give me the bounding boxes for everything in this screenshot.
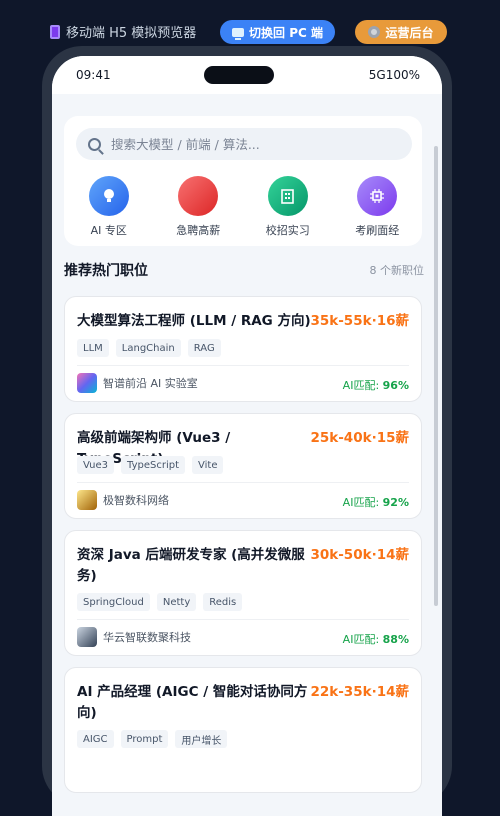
match-label: AI匹配: — [342, 633, 383, 646]
phone-icon — [50, 24, 60, 39]
company: 华云智联数聚科技 — [77, 627, 191, 647]
job-title: 资深 Java 后端研发专家 (高并发微服务) — [77, 547, 305, 584]
job-card[interactable]: 资深 Java 后端研发专家 (高并发微服务) 30k-50k·14薪 Spri… — [64, 530, 422, 656]
quick-entry-interview[interactable]: 考刷面经 — [333, 176, 423, 240]
ai-match: AI匹配: 92% — [343, 494, 409, 510]
flame-icon — [178, 176, 219, 216]
job-tag: Netty — [156, 593, 197, 611]
job-tags: SpringCloud Netty Redis — [77, 593, 243, 611]
status-time: 09:41 — [76, 68, 111, 82]
status-right: 5G100% — [369, 68, 420, 82]
dynamic-island — [204, 66, 274, 84]
main-content: AI 专区 急聘高薪 校招实习 — [52, 94, 442, 814]
job-title: 大模型算法工程师 (LLM / RAG 方向) — [77, 313, 311, 329]
switch-pc-button[interactable]: 切换回 PC 端 — [220, 20, 335, 44]
search-input[interactable] — [109, 135, 389, 153]
company-name: 华云智联数聚科技 — [103, 631, 191, 644]
job-tags: LLM LangChain RAG — [77, 339, 221, 357]
match-value: 96% — [382, 379, 409, 392]
job-tag: Redis — [203, 593, 243, 611]
quick-entry-label: AI 专区 — [90, 224, 127, 237]
scrollbar[interactable] — [434, 146, 438, 606]
quick-entry-campus[interactable]: 校招实习 — [243, 176, 333, 240]
job-tags: AIGC Prompt 用户增长 — [77, 730, 228, 748]
search-card: AI 专区 急聘高薪 校招实习 — [64, 116, 422, 246]
company-logo — [77, 373, 97, 393]
search-icon — [88, 137, 101, 151]
job-tag: RAG — [187, 339, 221, 357]
job-tag: AIGC — [77, 730, 114, 748]
job-tag: LangChain — [115, 339, 181, 357]
job-card[interactable]: 大模型算法工程师 (LLM / RAG 方向) 35k-55k·16薪 LLM … — [64, 296, 422, 402]
company-name: 智谱前沿 AI 实验室 — [103, 377, 198, 390]
ai-match: AI匹配: 88% — [343, 631, 409, 647]
search-bar[interactable] — [76, 128, 412, 160]
job-tag: 用户增长 — [175, 730, 228, 748]
job-tag: TypeScript — [121, 456, 185, 474]
divider — [77, 365, 409, 366]
preview-title: 移动端 H5 模拟预览器 — [50, 22, 196, 41]
phone-frame: 09:41 5G100% AI 专区 — [42, 46, 452, 816]
job-salary: 25k-40k·15薪 — [310, 430, 409, 446]
job-salary: 35k-55k·16薪 — [310, 313, 409, 329]
lightbulb-icon — [88, 176, 129, 216]
job-tag: SpringCloud — [77, 593, 150, 611]
status-bar: 09:41 5G100% — [52, 56, 442, 94]
ai-match: AI匹配: 96% — [343, 377, 409, 393]
match-label: AI匹配: — [342, 496, 383, 509]
job-tags: Vue3 TypeScript Vite — [77, 456, 224, 474]
quick-entry-label: 考刷面经 — [355, 224, 400, 237]
switch-pc-label: 切换回 PC 端 — [249, 25, 323, 40]
quick-entry-label: 校招实习 — [265, 224, 310, 237]
job-card[interactable]: AI 产品经理 (AIGC / 智能对话协同方向) 22k-35k·14薪 AI… — [64, 667, 422, 793]
job-card[interactable]: 高级前端架构师 (Vue3 / TypeScript) 25k-40k·15薪 … — [64, 413, 422, 519]
company: 极智数科网络 — [77, 490, 169, 510]
divider — [77, 482, 409, 483]
quick-entry-label: 急聘高薪 — [176, 224, 221, 237]
monitor-icon — [232, 27, 245, 40]
job-tag: LLM — [77, 339, 109, 357]
gear-icon — [368, 26, 381, 38]
job-tag: Vue3 — [77, 456, 115, 474]
section-title: 推荐热门职位 — [64, 263, 148, 279]
building-icon — [267, 176, 308, 216]
quick-entry-urgent[interactable]: 急聘高薪 — [154, 176, 244, 240]
battery-indicator: 100% — [385, 68, 420, 82]
quick-entries: AI 专区 急聘高薪 校招实习 考刷面经 — [64, 176, 422, 240]
job-tag: Vite — [192, 456, 224, 474]
match-value: 92% — [382, 496, 409, 509]
network-indicator: 5G — [368, 68, 386, 82]
admin-label: 运营后台 — [385, 25, 434, 40]
divider — [77, 619, 409, 620]
job-tag: Prompt — [120, 730, 169, 748]
company-logo — [77, 490, 97, 510]
company-logo — [77, 627, 97, 647]
admin-button[interactable]: 运营后台 — [355, 20, 447, 44]
section-count: 8 个新职位 — [369, 264, 425, 277]
section-header: 推荐热门职位 8 个新职位 — [64, 260, 424, 280]
preview-title-text: 移动端 H5 模拟预览器 — [66, 26, 197, 41]
match-value: 88% — [382, 633, 409, 646]
job-title: AI 产品经理 (AIGC / 智能对话协同方向) — [77, 684, 308, 721]
job-salary: 22k-35k·14薪 — [310, 684, 409, 700]
job-salary: 30k-50k·14薪 — [310, 547, 409, 563]
phone-screen: 09:41 5G100% AI 专区 — [52, 56, 442, 816]
quick-entry-ai[interactable]: AI 专区 — [64, 176, 154, 240]
company-name: 极智数科网络 — [103, 494, 169, 507]
company: 智谱前沿 AI 实验室 — [77, 373, 198, 393]
match-label: AI匹配: — [342, 379, 383, 392]
chip-icon — [357, 176, 398, 216]
